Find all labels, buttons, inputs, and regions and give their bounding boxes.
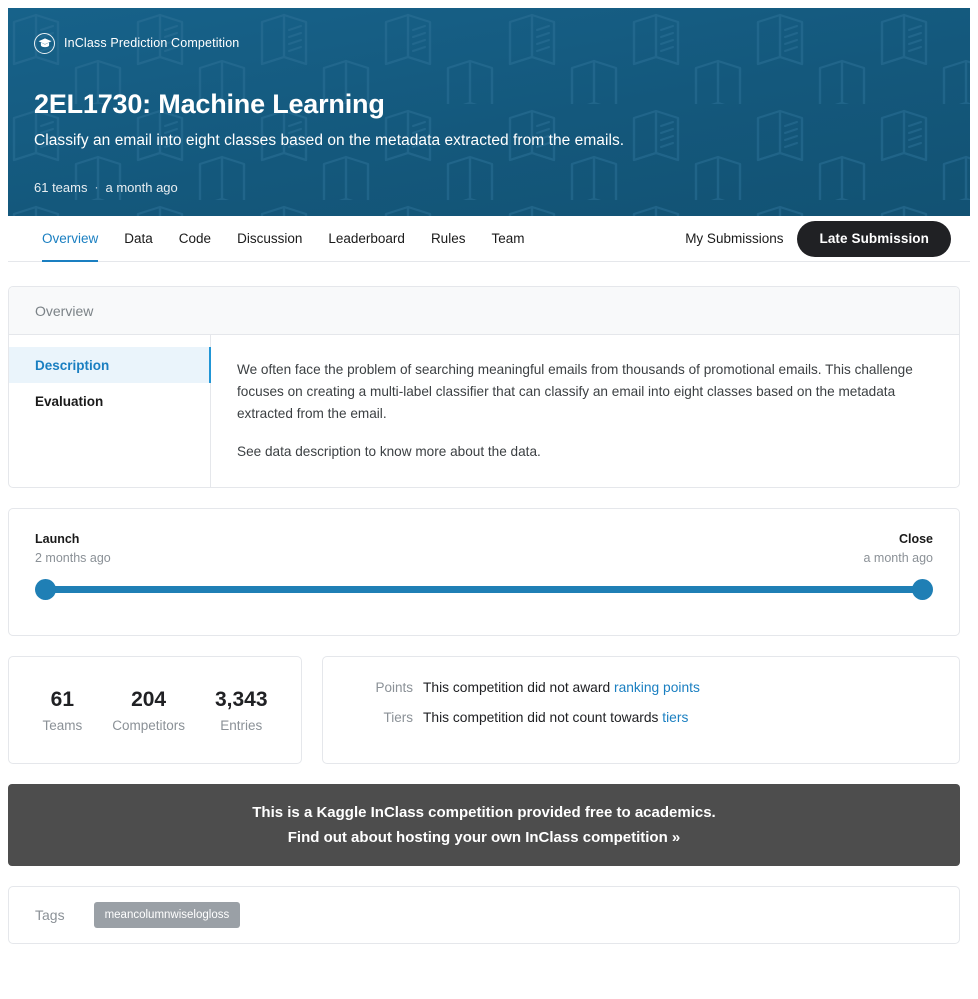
participation-stats-card: 61 Teams 204 Competitors 3,343 Entries — [8, 656, 302, 765]
tab-team-label: Team — [491, 231, 525, 246]
tiers-link[interactable]: tiers — [662, 710, 688, 725]
timeline-end-handle[interactable] — [912, 579, 933, 601]
competition-nav: Overview Data Code Discussion Leaderboar… — [8, 216, 970, 262]
timeline-card: Launch Close 2 months ago a month ago — [8, 508, 960, 637]
timeline-labels: Launch Close — [35, 532, 933, 546]
stats-row: 61 Teams 204 Competitors 3,343 Entries P… — [8, 656, 960, 765]
sidebar-item-evaluation-label: Evaluation — [35, 393, 104, 409]
overview-sidebar: Description Evaluation — [9, 335, 211, 488]
tab-overview[interactable]: Overview — [34, 216, 111, 262]
tab-overview-label: Overview — [42, 231, 99, 246]
my-submissions-link[interactable]: My Submissions — [685, 231, 783, 246]
points-row: Points This competition did not award ra… — [365, 680, 959, 710]
points-text: This competition did not award — [423, 680, 614, 696]
stat-teams: 61 Teams — [42, 688, 82, 733]
sidebar-item-description-label: Description — [35, 357, 110, 373]
description-paragraph-1: We often face the problem of searching m… — [237, 362, 913, 422]
close-label: Close — [898, 532, 933, 547]
overview-card-header: Overview — [9, 287, 959, 335]
points-value: This competition did not award ranking p… — [423, 680, 700, 695]
tag-chip-meancolumnwiselogloss[interactable]: meancolumnwiselogloss — [93, 902, 241, 929]
competition-type-label: InClass Prediction Competition — [64, 36, 240, 50]
overview-description-content: We often face the problem of searching m… — [211, 335, 959, 487]
competition-type-badge: InClass Prediction Competition — [34, 32, 944, 54]
stat-teams-label: Teams — [42, 717, 83, 733]
tiers-key: Tiers — [383, 710, 414, 726]
graduation-cap-icon — [34, 32, 55, 54]
timeline-slider[interactable] — [35, 579, 933, 601]
tab-discussion-label: Discussion — [237, 231, 303, 246]
points-key: Points — [375, 680, 413, 696]
overview-card-body: Description Evaluation We often face the… — [9, 335, 959, 488]
tab-team[interactable]: Team — [478, 216, 537, 261]
competition-page: InClass Prediction Competition 2EL1730: … — [0, 0, 978, 999]
page-title: 2EL1730: Machine Learning — [34, 89, 385, 119]
sidebar-item-description[interactable]: Description — [9, 347, 211, 383]
teams-count: 61 teams — [34, 179, 88, 195]
stat-entries: 3,343 Entries — [215, 688, 268, 733]
banner-hosting-link[interactable]: Find out about hosting your own InClass … — [288, 829, 681, 846]
sidebar-item-evaluation[interactable]: Evaluation — [9, 383, 210, 419]
last-updated: a month ago — [105, 179, 178, 195]
tiers-text: This competition did not count towards — [423, 710, 663, 726]
stat-entries-value: 3,343 — [214, 687, 268, 711]
launch-label: Launch — [35, 532, 80, 547]
timeline-values: 2 months ago a month ago — [35, 551, 933, 565]
tab-data-label: Data — [124, 231, 153, 246]
tiers-value: This competition did not count towards t… — [423, 710, 688, 725]
overview-card: Overview Description Evaluation We often… — [8, 286, 960, 489]
tab-leaderboard-label: Leaderboard — [328, 231, 405, 246]
competition-hero: InClass Prediction Competition 2EL1730: … — [8, 8, 970, 216]
inclass-banner: This is a Kaggle InClass competition pro… — [8, 784, 960, 867]
tiers-row: Tiers This competition did not count tow… — [365, 710, 959, 740]
tab-rules-label: Rules — [430, 231, 466, 246]
tab-code[interactable]: Code — [166, 216, 224, 261]
close-value: a month ago — [863, 551, 934, 566]
stat-competitors-value: 204 — [131, 687, 167, 711]
nav-actions: My Submissions Late Submission — [685, 216, 970, 261]
tags-card: Tags meancolumnwiselogloss — [8, 886, 960, 945]
ranking-points-link[interactable]: ranking points — [614, 680, 700, 695]
tab-leaderboard[interactable]: Leaderboard — [315, 216, 418, 261]
tags-label: Tags — [35, 907, 65, 924]
nav-tab-list: Overview Data Code Discussion Leaderboar… — [34, 216, 537, 262]
late-submission-button[interactable]: Late Submission — [797, 220, 951, 257]
tab-rules[interactable]: Rules — [418, 216, 479, 261]
stat-teams-value: 61 — [50, 687, 74, 711]
meta-separator: · — [94, 180, 99, 195]
points-tiers-card: Points This competition did not award ra… — [322, 656, 960, 765]
tab-code-label: Code — [178, 231, 212, 246]
stat-competitors: 204 Competitors — [112, 688, 185, 733]
timeline-track — [45, 586, 923, 594]
competition-subtitle: Classify an email into eight classes bas… — [34, 131, 625, 149]
tab-data[interactable]: Data — [111, 216, 166, 261]
stat-competitors-label: Competitors — [112, 717, 185, 733]
tab-discussion[interactable]: Discussion — [224, 216, 315, 261]
competition-meta: 61 teams · a month ago — [34, 180, 944, 195]
description-paragraph-2: See data description to know more about … — [237, 444, 541, 460]
timeline-start-handle[interactable] — [35, 579, 56, 601]
banner-line-1: This is a Kaggle InClass competition pro… — [252, 804, 716, 822]
launch-value: 2 months ago — [35, 551, 111, 566]
stat-entries-label: Entries — [220, 717, 263, 733]
